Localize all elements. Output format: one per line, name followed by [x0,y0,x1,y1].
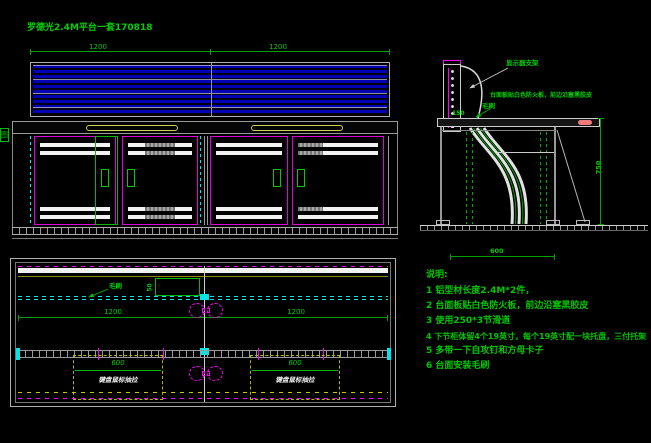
cyan-center-strip [200,136,201,225]
cable-slot-left [86,125,178,131]
vent-slot-hatch [145,215,175,219]
cabinet-row [30,136,390,225]
desk-surface [437,118,600,127]
notes-heading: 说明: [426,270,448,281]
front-elevation: 1200 1200 [8,44,400,244]
cyan-bracket-right [387,348,391,360]
plan-brush-label: 毛刷 [109,283,122,290]
door-handle [273,169,281,187]
cable-slot-right [251,125,343,131]
vent-slot [216,207,282,211]
cyan-bracket-left [16,348,20,360]
surface-note: 台面板贴白色防火板，前边沿塞黑胶皮 [490,92,592,99]
dashed-line-magenta [18,398,388,399]
vent-slot-hatch [145,151,175,155]
door-handle [297,169,305,187]
plan-dim-right: 1200 [276,309,316,316]
slide-rail [472,132,473,224]
tray-dim: 600 [74,360,162,367]
vent-slot-hatch [298,207,323,211]
note-item-6: 6 台面安装毛刷 [426,361,489,372]
cabinet-bay-2 [122,136,198,225]
magenta-tick [163,348,164,360]
depth-dim-label: 600 [490,248,504,255]
frame-left [440,127,442,225]
keyboard-tray-right: 600 键盘鼠标抽拉 [250,355,340,400]
tray-dim: 600 [251,360,339,367]
depth-dim-line [450,256,555,257]
vent-slot [298,215,378,219]
plan-dim-left: 1200 [93,309,133,316]
slide-rail [546,132,547,224]
height-dim-label: 750 [595,161,602,175]
brush-label: 毛刷 [482,103,495,110]
note-item-1: 1 铝型材长度2.4M*2件， [426,286,534,297]
floor-hatch [420,225,648,231]
plinth-base [12,227,398,235]
side-profile-view: 显示器支架 台面板贴白色防火板，前边沿塞黑胶皮 毛刷 150 750 600 [428,56,651,268]
louver-panel [33,65,387,114]
center-divider [204,136,208,225]
tray-dim-line [252,370,338,371]
right-side-panel [397,134,398,227]
right-edge-line [388,136,389,225]
rubber-edge [578,120,592,125]
front-top-dim-line [30,51,390,52]
cable-grommet-top [189,303,223,318]
front-dim-left: 1200 [78,44,118,51]
frame-cross [440,130,556,131]
cyan-edge-left [30,136,31,225]
louver-center-divider [211,63,212,116]
slide-rail [466,132,467,224]
note-item-2: 2 台面板贴白色防火板，前边沿塞黑胶皮 [426,301,588,312]
tray-dim-line [75,370,161,371]
dim-small-label: 150 [452,110,465,117]
left-side-panel [12,134,13,227]
bracket-label: 显示器支架 [506,60,539,67]
vent-slot-hatch [298,151,323,155]
note-item-3: 3 使用250*3节滑道 [426,316,510,327]
cad-canvas: 罗德光2.4M平台一套170818 图 1200 1200 [0,0,651,443]
tray-label: 键盘鼠标抽拉 [74,374,162,384]
front-dim-right: 1200 [258,44,298,51]
cabinet-bay-4 [292,136,384,225]
plan-view: 50 毛刷 1200 1200 [8,258,400,410]
louver-panel-frame [30,62,390,117]
keyboard-tray-left: 600 键盘鼠标抽拉 [73,355,163,400]
vent-slot-hatch [145,207,175,211]
drawing-title: 罗德光2.4M平台一套170818 [27,20,152,33]
desk-front-strip [12,121,398,134]
note-item-5: 5 多带一下自攻钉和方母卡子 [426,346,543,357]
frame-right [554,127,556,225]
note-item-4: 4 下节柜体留4个19英寸，每个19英寸配一块托盘，三付托架 [426,331,646,342]
vent-slot-hatch [298,143,323,147]
grommet-bar [202,308,210,313]
ground-line [12,238,398,239]
vent-slot-hatch [145,143,175,147]
plan-center-line [204,266,205,402]
vent-slot [216,215,282,219]
vent-slot [216,143,282,147]
vent-slot [216,151,282,155]
cabinet-bay-3 [210,136,288,225]
cyan-connector [200,294,209,300]
grommet-bar [202,371,210,376]
shelf-line [498,152,554,153]
dashed-line-yellow [18,392,388,393]
cable-grommet-bottom [189,366,223,381]
slide-rail [540,132,541,224]
door-handle [127,169,135,187]
dim-mid-tick [210,49,211,55]
bay1-green-overlay [95,136,118,225]
notes-block: 说明: 1 铝型材长度2.4M*2件， 2 台面板贴白色防火板，前边沿塞黑胶皮 … [424,270,650,390]
tray-label: 键盘鼠标抽拉 [251,374,339,384]
